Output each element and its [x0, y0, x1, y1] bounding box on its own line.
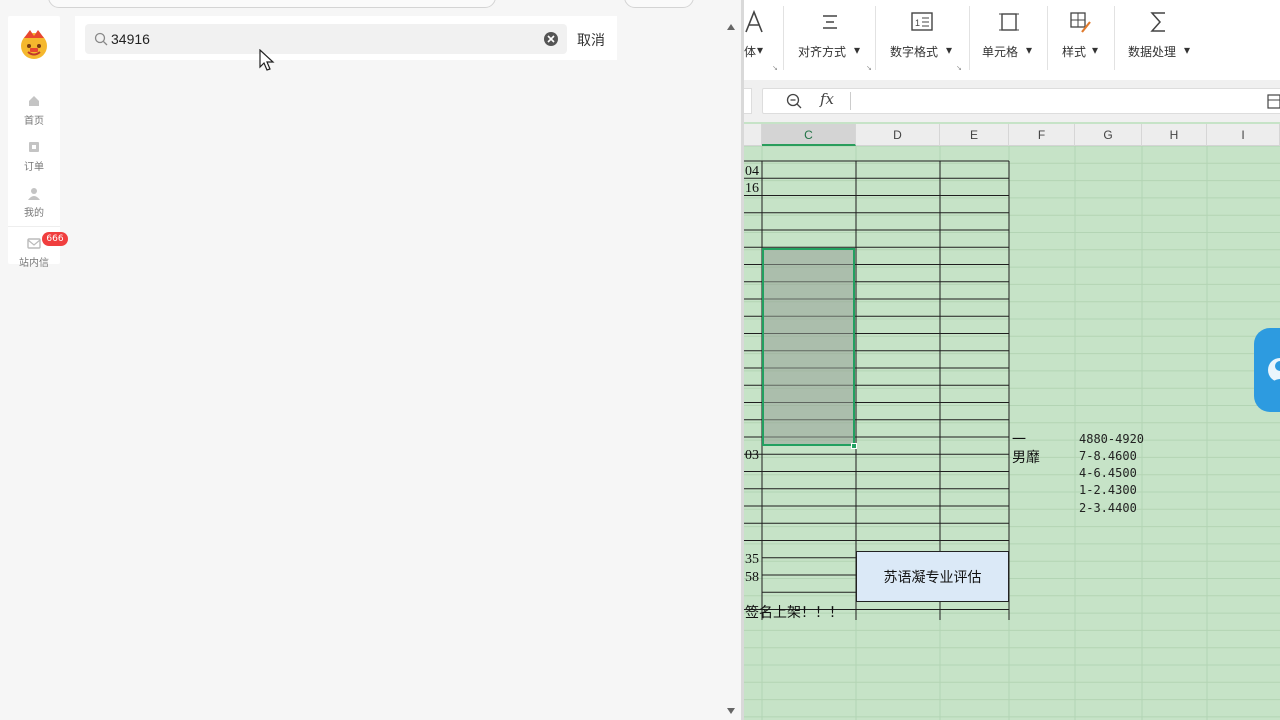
- spreadsheet-pane: 体 ▾ ↘ 对齐方式 ▾ ↘ 1 数字格式 ▾ ↘ 单元格 ▾ 样式 ▾ 数据处…: [744, 0, 1280, 720]
- floating-assistant-widget[interactable]: [1254, 328, 1280, 412]
- home-icon: [29, 96, 39, 106]
- column-header-d[interactable]: D: [856, 124, 940, 146]
- sidebar-item-label: 我的: [24, 208, 44, 219]
- selected-range[interactable]: [762, 248, 855, 446]
- zoom-icon[interactable]: [786, 93, 802, 109]
- search-field[interactable]: [85, 24, 567, 54]
- column-header-f[interactable]: F: [1009, 124, 1075, 146]
- ribbon-toolbar: 体 ▾ ↘ 对齐方式 ▾ ↘ 1 数字格式 ▾ ↘ 单元格 ▾ 样式 ▾ 数据处…: [744, 0, 1280, 80]
- cell-icon: [999, 13, 1019, 31]
- column-headers: CDEFGHI: [744, 124, 1280, 146]
- ribbon-label: 单元格: [982, 45, 1019, 59]
- sheet-grid[interactable]: 04 16 03 35 58 一 男靡 4880-4920 7-8.4600 4…: [744, 146, 1280, 720]
- orders-icon: [29, 142, 39, 152]
- browser-toolbar-strip: ↻ ⚑ ✎ ● ≡: [0, 0, 742, 10]
- mail-icon: [27, 238, 41, 249]
- cell-b-fragment[interactable]: 35: [745, 552, 759, 568]
- dialog-launcher-icon[interactable]: ↘: [772, 64, 778, 72]
- user-icon: [28, 188, 40, 200]
- ribbon-separator: [875, 6, 876, 70]
- dropdown-arrow-icon: ▾: [1092, 43, 1099, 57]
- align-icon: [823, 15, 837, 29]
- formula-divider: [850, 92, 851, 110]
- sidebar-item-home[interactable]: 首页: [8, 94, 60, 134]
- dropdown-arrow-icon: ▾: [854, 43, 861, 57]
- ribbon-label: 对齐方式: [798, 45, 847, 59]
- font-icon: [745, 10, 763, 33]
- svg-text:1: 1: [915, 18, 920, 28]
- dropdown-arrow-icon: ▾: [1184, 43, 1191, 57]
- sidebar-item-orders[interactable]: 订单: [8, 140, 60, 180]
- sidebar-item-label: 首页: [24, 116, 44, 127]
- ribbon-separator: [783, 6, 784, 70]
- cell-g-note[interactable]: 7-8.4600: [1079, 449, 1137, 463]
- cell-f-text[interactable]: 男靡: [1012, 447, 1040, 467]
- sidebar-divider: [8, 226, 60, 227]
- cell-g-note[interactable]: 4880-4920: [1079, 432, 1144, 446]
- assistant-avatar-icon: [1268, 358, 1280, 384]
- fill-handle[interactable]: [851, 443, 857, 449]
- column-header-i[interactable]: I: [1207, 124, 1280, 146]
- dialog-launcher-icon[interactable]: ↘: [956, 64, 962, 72]
- search-bar-container: 取消: [75, 16, 617, 60]
- ribbon-label: 样式: [1062, 45, 1087, 59]
- column-header-b-partial[interactable]: [744, 124, 762, 146]
- dropdown-arrow-icon: ▾: [946, 43, 953, 57]
- ribbon-style-group[interactable]: 样式 ▾: [1058, 0, 1106, 72]
- toolbar-pill-button[interactable]: [624, 0, 694, 8]
- footer-note-cell[interactable]: 签名上架！！！: [745, 602, 843, 622]
- cell-g-note[interactable]: 1-2.4300: [1079, 483, 1137, 497]
- merged-cell-label[interactable]: 苏语凝专业评估: [856, 551, 1009, 602]
- clear-search-icon[interactable]: [543, 31, 559, 47]
- function-icon[interactable]: fx: [820, 90, 834, 108]
- column-header-e[interactable]: E: [940, 124, 1009, 146]
- cell-g-note[interactable]: 2-3.4400: [1079, 501, 1137, 515]
- search-input[interactable]: [111, 28, 531, 50]
- ribbon-align-group[interactable]: 对齐方式 ▾ ↘: [794, 0, 872, 72]
- ribbon-label: 数字格式: [890, 45, 939, 59]
- scroll-up-arrow-icon[interactable]: [727, 24, 735, 30]
- cell-f-text[interactable]: 一: [1012, 429, 1026, 449]
- ribbon-label: 数据处理: [1128, 45, 1177, 59]
- address-bar[interactable]: [48, 0, 496, 8]
- vertical-scrollbar[interactable]: [724, 16, 738, 720]
- cell-b-fragment[interactable]: 03: [745, 448, 759, 464]
- ribbon-data-processing-group[interactable]: 数据处理 ▾: [1126, 0, 1196, 72]
- sum-icon: [1150, 12, 1165, 32]
- ribbon-cell-group[interactable]: 单元格 ▾: [980, 0, 1040, 72]
- cell-b-fragment[interactable]: 16: [745, 181, 759, 197]
- cell-g-note[interactable]: 4-6.4500: [1079, 466, 1137, 480]
- column-header-g[interactable]: G: [1075, 124, 1142, 146]
- ribbon-separator: [1047, 6, 1048, 70]
- ribbon-separator: [1114, 6, 1115, 70]
- expand-formula-icon[interactable]: [1266, 92, 1280, 110]
- ribbon-number-format-group[interactable]: 1 数字格式 ▾ ↘: [888, 0, 962, 72]
- sidebar-item-label: 订单: [24, 162, 44, 173]
- ribbon-label: 体: [744, 45, 757, 59]
- cell-b-fragment[interactable]: 58: [745, 570, 759, 586]
- style-icon: [1070, 12, 1091, 33]
- number-format-icon: 1: [911, 12, 933, 31]
- ribbon-separator: [969, 6, 970, 70]
- cancel-button[interactable]: 取消: [577, 30, 605, 50]
- sidebar-item-label: 站内信: [19, 258, 49, 269]
- ribbon-font-group[interactable]: 体 ▾ ↘: [744, 0, 778, 72]
- cell-b-fragment[interactable]: 04: [745, 164, 759, 180]
- dropdown-arrow-icon: ▾: [757, 43, 764, 57]
- web-app-pane: ↻ ⚑ ✎ ● ≡ 首页 订单 我的 站内信: [0, 0, 742, 720]
- unread-count-badge: 666: [42, 232, 68, 246]
- search-icon: [94, 32, 108, 46]
- formula-input[interactable]: [762, 88, 1280, 114]
- sidebar-item-mine[interactable]: 我的: [8, 186, 60, 226]
- column-header-h[interactable]: H: [1142, 124, 1207, 146]
- column-header-c[interactable]: C: [762, 124, 856, 146]
- scroll-down-arrow-icon[interactable]: [727, 708, 735, 714]
- dropdown-arrow-icon: ▾: [1026, 43, 1033, 57]
- app-logo-icon[interactable]: [16, 26, 52, 62]
- app-sidebar: 首页 订单 我的 站内信 666: [8, 16, 68, 269]
- name-box[interactable]: [744, 88, 752, 114]
- dialog-launcher-icon[interactable]: ↘: [866, 64, 872, 72]
- mouse-cursor-icon: [259, 49, 275, 71]
